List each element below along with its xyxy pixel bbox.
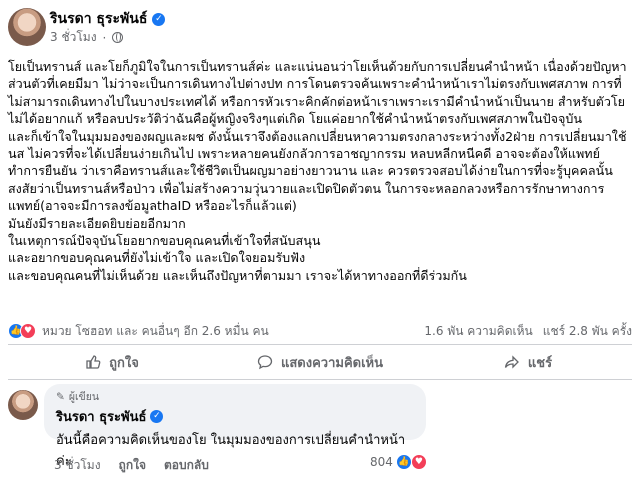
comment-icon (257, 355, 273, 370)
comment-like-button[interactable]: ถูกใจ (119, 456, 146, 475)
divider (8, 344, 632, 345)
share-icon (504, 355, 519, 369)
post-header: รินรดา ธุระพันธ์ ✓ 3 ชั่วโมง · (0, 0, 640, 52)
author-name[interactable]: รินรดา ธุระพันธ์ (50, 8, 147, 30)
verified-icon: ✓ (150, 410, 164, 423)
post-paragraph: โยเป็นทรานส์ และโยก็ภูมิใจในการเป็นทรานส… (8, 59, 627, 127)
post-stats: 👍 ♥ หมวย โซฮอท และ คนอื่นๆ อีก 2.6 หมื่น… (8, 320, 632, 342)
author-badge-label: ผู้เขียน (68, 391, 100, 403)
author-row: รินรดา ธุระพันธ์ ✓ (50, 8, 166, 30)
like-icon (86, 355, 101, 369)
comment-reactions[interactable]: 804 👍 ♥ (370, 454, 427, 470)
like-button[interactable]: ถูกใจ (8, 348, 216, 376)
comment-actions: 3 ชั่วโมง ถูกใจ ตอบกลับ (54, 456, 209, 475)
reactions-summary[interactable]: หมวย โซฮอท และ คนอื่นๆ อีก 2.6 หมื่น คน (42, 322, 269, 341)
post-time[interactable]: 3 ชั่วโมง (50, 28, 97, 47)
post-paragraph: และอยากขอบคุณคนที่ยังไม่เข้าใจ และเปิดใจ… (8, 250, 306, 266)
comment-bubble: ✎ ผู้เขียน รินรดา ธุระพันธ์ ✓ อันนี้คือค… (44, 384, 426, 469)
author-badge: ✎ ผู้เขียน (56, 388, 414, 405)
love-icon: ♥ (20, 323, 36, 339)
post-paragraph: และขอบคุณคนที่ไม่เห็นด้วย และเห็นถึงปัญห… (8, 267, 467, 283)
comment-avatar[interactable] (8, 390, 38, 420)
comment-author[interactable]: รินรดา ธุระพันธ์ (56, 406, 146, 427)
post-paragraph: และก็เข้าใจในมุมมองของผญและผช ดังนั้นเรา… (8, 128, 627, 214)
comment-reaction-count: 804 (370, 455, 393, 469)
author-avatar[interactable] (8, 8, 46, 46)
shares-count[interactable]: แชร์ 2.8 พัน ครั้ง (543, 322, 632, 341)
comment-button[interactable]: แสดงความคิดเห็น (216, 348, 424, 376)
comment-reply-button[interactable]: ตอบกลับ (164, 456, 209, 475)
comment-item: ✎ ผู้เขียน รินรดา ธุระพันธ์ ✓ อันนี้คือค… (0, 384, 640, 478)
author-badge-icon: ✎ (56, 390, 65, 403)
divider (8, 379, 632, 380)
share-button[interactable]: แชร์ (424, 348, 632, 376)
like-label: ถูกใจ (109, 355, 139, 371)
comment-label: แสดงความคิดเห็น (280, 355, 383, 371)
love-icon: ♥ (410, 454, 427, 470)
post-actions: ถูกใจ แสดงความคิดเห็น แชร์ (8, 348, 632, 376)
post-paragraph: ในเหตุการณ์ปัจจุบันโยอยากขอบคุณคนที่เข้า… (8, 233, 321, 249)
post-body: โยเป็นทรานส์ และโยก็ภูมิใจในการเป็นทรานส… (8, 58, 632, 284)
like-icon: 👍 (395, 454, 412, 470)
post-paragraph: มันยังมีรายละเอียดยิบย่อยอีกมาก (8, 215, 186, 231)
comments-count[interactable]: 1.6 พัน ความคิดเห็น (424, 322, 532, 341)
post-meta: 3 ชั่วโมง · (50, 28, 124, 47)
comment-time[interactable]: 3 ชั่วโมง (54, 456, 101, 475)
comment-author-row: รินรดา ธุระพันธ์ ✓ (56, 406, 414, 427)
globe-icon (112, 32, 124, 43)
verified-icon: ✓ (152, 12, 166, 26)
share-label: แชร์ (527, 355, 553, 371)
